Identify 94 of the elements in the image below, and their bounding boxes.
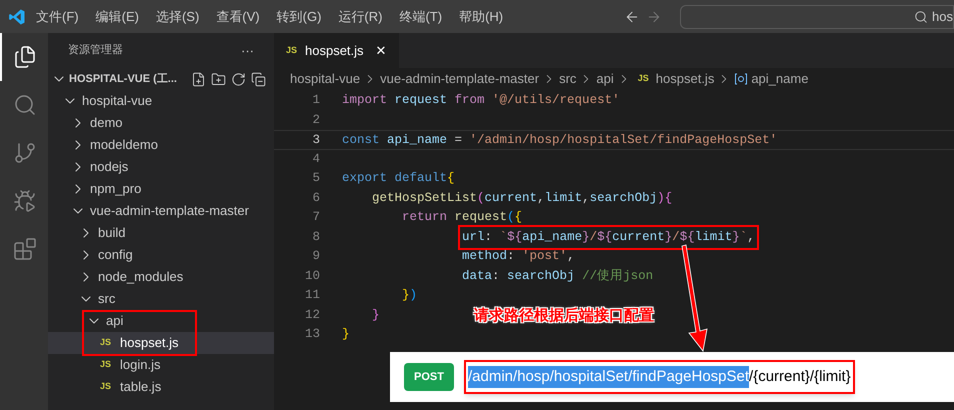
code-line: return request({ — [402, 209, 522, 226]
tree-item[interactable]: npm_pro — [48, 178, 274, 200]
search-text: hos — [932, 8, 953, 26]
line-number: 7 — [311, 209, 320, 226]
js-file-icon: JS — [638, 72, 649, 86]
js-file-icon: JS — [286, 44, 298, 58]
code-line: import request from '@/utils/request' — [342, 92, 620, 109]
code-line: } — [372, 306, 380, 324]
breadcrumb-item[interactable]: vue-admin-template-master — [380, 69, 540, 89]
code-line: const api_name = '/admin/hosp/hospitalSet/findPageHospSet' — [342, 132, 778, 148]
code-line: }) — [402, 287, 418, 304]
js-file-icon: JS — [100, 336, 116, 350]
tree-label: demo — [90, 114, 123, 132]
tree-label: table.js — [120, 378, 162, 396]
line-number: 9 — [311, 248, 320, 265]
tree-item[interactable]: vue-admin-template-master — [48, 200, 274, 222]
annotation-text: 请求路径根据后端接口配置 — [474, 306, 654, 326]
tree-item[interactable]: JS login.js — [48, 354, 274, 376]
tree-item[interactable]: nodejs — [48, 156, 274, 178]
code-line: data: searchObj //使用json — [462, 268, 654, 284]
tree-item[interactable]: hospital-vue — [48, 90, 274, 112]
line-number: 11 — [304, 287, 320, 304]
tree-label: src — [98, 290, 116, 308]
tree-label: hospital-vue — [82, 92, 152, 110]
tree-label: api — [106, 312, 124, 330]
code-line: export default{ — [342, 170, 455, 187]
tree-label: node_modules — [98, 268, 184, 286]
menu-item[interactable]: 运行(R) — [338, 6, 382, 26]
tree-item[interactable]: src — [48, 288, 274, 310]
tree-label: login.js — [120, 356, 160, 374]
tree-label: hospset.js — [120, 334, 179, 352]
tree-item[interactable]: modeldemo — [48, 134, 274, 156]
tab-label: hospset.js — [305, 42, 364, 60]
new-folder-icon[interactable] — [211, 72, 226, 86]
breadcrumb-item[interactable]: hospset.js — [656, 69, 714, 89]
menu-item[interactable]: 文件(F) — [36, 6, 79, 26]
js-file-icon: JS — [100, 358, 116, 372]
search-icon — [13, 93, 37, 117]
code-line: method: 'post', — [462, 248, 575, 265]
collapse-icon[interactable] — [251, 72, 266, 86]
path-text: /admin/hosp/hospitalSet/findPageHospSet — [468, 366, 750, 388]
refresh-icon[interactable] — [231, 72, 246, 86]
line-number: 3 — [311, 132, 320, 148]
breadcrumb-item[interactable]: api — [596, 69, 614, 89]
section-title[interactable]: HOSPITAL-VUE (工... — [69, 70, 177, 88]
tree-label: modeldemo — [90, 136, 158, 154]
line-number: 10 — [304, 268, 320, 284]
new-file-icon[interactable] — [191, 72, 206, 86]
branch-icon — [13, 141, 37, 165]
line-number: 2 — [311, 112, 320, 128]
menu-item[interactable]: 选择(S) — [156, 6, 200, 26]
tree-label: nodejs — [90, 158, 128, 176]
files-icon — [13, 45, 37, 69]
menu-item[interactable]: 终端(T) — [399, 6, 442, 26]
more-button[interactable]: ··· — [241, 40, 254, 60]
tree-label: config — [98, 246, 133, 264]
code-logo-icon — [8, 8, 26, 26]
code-line: getHospSetList(current,limit,searchObj){ — [372, 190, 672, 206]
blocks-icon — [13, 237, 37, 261]
menu-item[interactable]: 查看(V) — [216, 6, 260, 26]
line-number: 8 — [311, 228, 320, 246]
search-icon — [914, 10, 928, 24]
js-file-icon: JS — [100, 380, 116, 394]
method-badge: POST — [404, 363, 454, 391]
tree-label: npm_pro — [90, 180, 142, 198]
line-number: 5 — [311, 170, 320, 187]
search-field[interactable]: hos — [680, 4, 954, 28]
breadcrumb-item[interactable]: src — [559, 69, 576, 89]
tree-item[interactable]: JS table.js — [48, 376, 274, 398]
variable-icon — [734, 72, 748, 86]
code-line: } — [342, 326, 350, 343]
menu-item[interactable]: 帮助(H) — [459, 6, 504, 26]
tree-item[interactable]: config — [48, 244, 274, 266]
tree-label: build — [98, 224, 126, 242]
tree-item[interactable]: node_modules — [48, 266, 274, 288]
close-button[interactable]: ✕ — [376, 40, 387, 60]
bug-play-icon — [13, 189, 37, 213]
tree-item[interactable]: demo — [48, 112, 274, 134]
editor-tab[interactable]: JS hospset.js ✕ — [274, 33, 399, 68]
tree-item[interactable]: api — [48, 310, 274, 332]
path-text: /{current}/{limit} — [749, 366, 851, 387]
menu-item[interactable]: 编辑(E) — [96, 6, 139, 26]
menu-item[interactable]: 转到(G) — [276, 6, 322, 26]
line-number: 4 — [311, 150, 320, 168]
breadcrumb-item[interactable]: hospital-vue — [290, 69, 360, 89]
tree-item[interactable]: build — [48, 222, 274, 244]
tree-item[interactable]: JS hospset.js — [48, 332, 274, 354]
tree-label: vue-admin-template-master — [90, 202, 249, 220]
line-number: 1 — [311, 92, 320, 109]
line-number: 13 — [304, 326, 320, 343]
line-number: 12 — [304, 306, 320, 324]
sidebar-title: 资源管理器 — [68, 43, 123, 58]
breadcrumb-item[interactable]: api_name — [751, 69, 808, 89]
line-number: 6 — [311, 190, 320, 206]
